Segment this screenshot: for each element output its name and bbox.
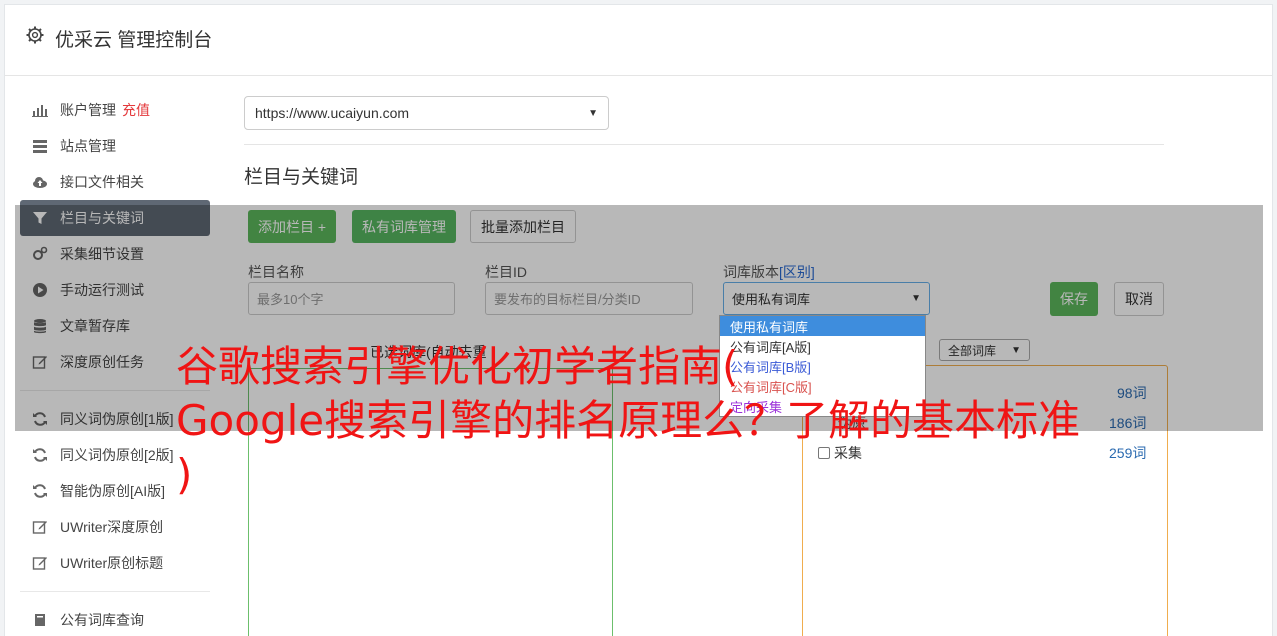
- sidebar-item-label: 接口文件相关: [60, 174, 144, 190]
- refresh-icon: [33, 484, 47, 498]
- chevron-down-icon: ▼: [588, 107, 598, 119]
- sidebar-item-account[interactable]: 账户管理 充值: [20, 92, 210, 128]
- headline-line: Google搜索引擎的排名原理么？了解的基本标准: [176, 396, 1081, 445]
- book-icon: [35, 614, 45, 626]
- sidebar-item-interface[interactable]: 接口文件相关: [20, 164, 210, 200]
- site-select-value: https://www.ucaiyun.com: [255, 105, 410, 121]
- sidebar-item-label: 同义词伪原创[2版]: [60, 447, 174, 463]
- sidebar-item-label: 账户管理: [60, 102, 116, 118]
- page-title: 优采云 管理控制台: [55, 30, 213, 51]
- sidebar-divider: [20, 591, 210, 592]
- sidebar-item-label: UWriter深度原创: [60, 519, 164, 535]
- recharge-link[interactable]: 充值: [122, 100, 150, 120]
- overlay-headline: 谷歌搜索引擎优化初学者指南( Google搜索引擎的排名原理么？了解的基本标准 …: [176, 340, 1176, 502]
- sidebar-item-label: 站点管理: [60, 138, 116, 154]
- refresh-icon: [33, 448, 47, 462]
- sidebar-item-label: 公有词库查询: [60, 612, 144, 628]
- site-select[interactable]: https://www.ucaiyun.com ▼: [244, 96, 609, 130]
- lib-option[interactable]: 使用私有词库: [720, 316, 925, 336]
- headline-line: 谷歌搜索引擎优化初学者指南(: [176, 342, 739, 391]
- gear-icon: [26, 26, 44, 44]
- sidebar-item-sites[interactable]: 站点管理: [20, 128, 210, 164]
- sidebar-item-uwriter-title[interactable]: UWriter原创标题: [20, 545, 210, 581]
- edit-icon: [32, 521, 47, 534]
- edit-icon: [32, 557, 47, 570]
- divider: [244, 144, 1164, 145]
- section-title: 栏目与关键词: [244, 167, 359, 188]
- sidebar-item-label: UWriter原创标题: [60, 555, 164, 571]
- sidebar-item-label: 智能伪原创[AI版]: [60, 483, 166, 499]
- server-icon: [33, 140, 47, 153]
- cloud-upload-icon: [33, 177, 47, 188]
- sidebar-item-uwriter-deep[interactable]: UWriter深度原创: [20, 509, 210, 545]
- bar-chart-icon: [32, 105, 48, 117]
- headline-line: ): [176, 450, 193, 499]
- sidebar-item-public-lib[interactable]: 公有词库查询: [20, 602, 210, 636]
- top-bar: 优采云 管理控制台: [5, 5, 1272, 76]
